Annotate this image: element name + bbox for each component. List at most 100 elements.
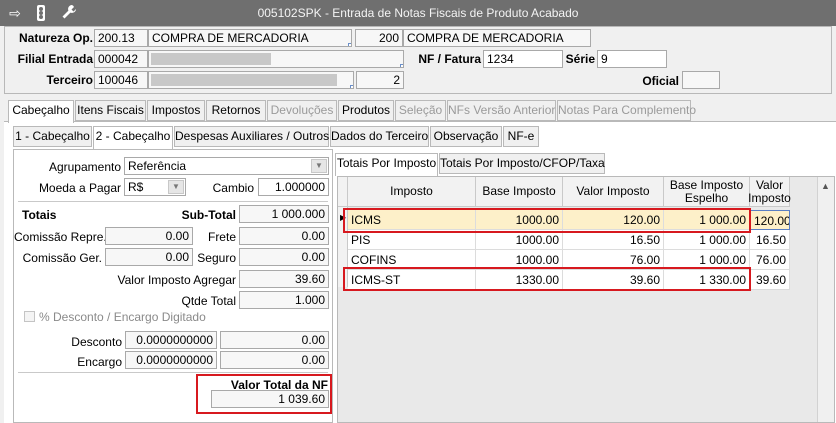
tab-devolucoes[interactable]: Devoluções — [267, 100, 337, 121]
tab-totais-por-imposto[interactable]: Totais Por Imposto — [335, 153, 438, 176]
grid-scrollbar[interactable]: ▲ — [817, 177, 834, 422]
cell-valor-2[interactable]: 76.00 — [750, 250, 790, 270]
lookup-corner-icon — [350, 85, 353, 88]
natureza-desc-field[interactable]: COMPRA DE MERCADORIA — [148, 29, 352, 47]
frete-label: Frete — [207, 230, 236, 244]
totais-label: Totais — [22, 208, 57, 222]
filial-code-field[interactable]: 000042 — [94, 50, 148, 68]
comissao-ger-label: Comissão Ger. — [22, 251, 102, 265]
redacted-block — [151, 53, 271, 65]
subtotal-field[interactable]: 1 000.000 — [239, 205, 329, 223]
oficial-label: Oficial — [642, 74, 679, 88]
divider — [18, 201, 328, 202]
oficial-field[interactable] — [682, 71, 720, 89]
natureza-code2-field[interactable]: 200 — [355, 29, 403, 47]
encargo-label: Encargo — [77, 355, 122, 369]
totals-panel: Agrupamento Referência ▼ Moeda a Pagar R$… — [13, 149, 333, 423]
title-bar: ⇨ 005102SPK - Entrada de Notas Fiscais d… — [0, 0, 836, 26]
tab-selecao[interactable]: Seleção — [395, 100, 446, 121]
subtab-observacao[interactable]: Observação — [430, 126, 502, 147]
comissao-ger-field[interactable]: 0.00 — [105, 248, 193, 266]
terceiro-code-field[interactable]: 100046 — [94, 71, 148, 89]
tab-totais-imposto-cfop[interactable]: Totais Por Imposto/CFOP/Taxa — [439, 153, 605, 174]
grid-header-base-imposto[interactable]: Base Imposto — [476, 177, 563, 207]
cell-valor-2[interactable]: 16.50 — [750, 230, 790, 250]
desconto-value-field[interactable]: 0.00 — [220, 331, 329, 349]
frete-field[interactable]: 0.00 — [239, 227, 329, 245]
encargo-value-field[interactable]: 0.00 — [220, 351, 329, 369]
filial-desc-field[interactable] — [148, 50, 404, 68]
agrupamento-label: Agrupamento — [48, 160, 121, 174]
lookup-corner-icon — [348, 43, 351, 46]
agrupamento-select[interactable]: Referência ▼ — [124, 157, 329, 175]
agrupamento-value: Referência — [128, 159, 187, 173]
seguro-field[interactable]: 0.00 — [239, 248, 329, 266]
imposto-grid: Imposto Base Imposto Valor Imposto Base … — [337, 176, 835, 423]
nf-label: NF / Fatura — [418, 52, 481, 66]
valor-imposto-agregar-field[interactable]: 39.60 — [239, 270, 329, 288]
cambio-field[interactable]: 1.000000 — [258, 178, 329, 196]
header-panel: Natureza Op. 200.13 COMPRA DE MERCADORIA… — [4, 26, 832, 94]
grid-header-valor-imposto-2[interactable]: Valor Imposto — [748, 177, 791, 207]
main-tab-row: Cabeçalho Itens Fiscais Impostos Retorno… — [8, 100, 836, 123]
natureza-desc-text: COMPRA DE MERCADORIA — [152, 31, 309, 45]
encargo-pct-field[interactable]: 0.0000000000 — [125, 351, 217, 369]
tab-cabecalho[interactable]: Cabeçalho — [8, 100, 74, 123]
comissao-repre-field[interactable]: 0.00 — [105, 227, 193, 245]
tab-produtos[interactable]: Produtos — [338, 100, 394, 121]
desconto-encargo-checkbox[interactable] — [24, 311, 35, 322]
serie-label: Série — [565, 52, 595, 66]
tab-itens-fiscais[interactable]: Itens Fiscais — [75, 100, 146, 121]
cell-base[interactable]: 1000.00 — [476, 230, 563, 250]
seguro-label: Seguro — [197, 251, 236, 265]
grid-header-imposto[interactable]: Imposto — [348, 177, 476, 207]
divider — [18, 372, 328, 373]
desconto-pct-field[interactable]: 0.0000000000 — [125, 331, 217, 349]
tab-retornos[interactable]: Retornos — [206, 100, 266, 121]
cell-imposto[interactable]: PIS — [348, 230, 476, 250]
moeda-label: Moeda a Pagar — [38, 181, 121, 195]
terceiro-label: Terceiro — [46, 73, 93, 87]
subtab-nfe[interactable]: NF-e — [503, 126, 539, 147]
qtde-total-label: Qtde Total — [181, 294, 236, 308]
redacted-block — [151, 74, 337, 86]
terceiro-desc-field[interactable] — [148, 71, 354, 89]
highlight-box-icms — [343, 208, 751, 233]
nf-field[interactable]: 1234 — [483, 50, 563, 68]
natureza-label: Natureza Op. — [18, 31, 93, 45]
grid-header-valor-imposto[interactable]: Valor Imposto — [563, 177, 664, 207]
desconto-encargo-check-label: % Desconto / Encargo Digitado — [39, 310, 206, 324]
subtab-despesas[interactable]: Despesas Auxiliares / Outros — [174, 126, 329, 147]
grid-header-indicator — [338, 177, 348, 207]
terceiro-num-field[interactable]: 2 — [356, 71, 404, 89]
cell-valor-2[interactable]: 120.00 — [750, 210, 790, 230]
chevron-down-icon[interactable]: ▼ — [311, 159, 327, 173]
tab-notas-complemento[interactable]: Notas Para Complemento — [557, 100, 696, 121]
desconto-label: Desconto — [71, 335, 122, 349]
valor-imposto-agregar-label: Valor Imposto Agregar — [117, 273, 236, 287]
window-title: 005102SPK - Entrada de Notas Fiscais de … — [257, 6, 579, 20]
natureza-code-field[interactable]: 200.13 — [94, 29, 148, 47]
natureza-desc2-field[interactable]: COMPRA DE MERCADORIA — [403, 29, 591, 47]
qtde-total-field[interactable]: 1.000 — [239, 291, 329, 309]
cell-valor-2[interactable]: 39.60 — [750, 270, 790, 290]
valor-total-field[interactable]: 1 039.60 — [211, 390, 329, 408]
comissao-repre-label: Comissão Repre. — [14, 230, 107, 244]
subtab-1-cabecalho[interactable]: 1 - Cabeçalho — [13, 126, 92, 147]
cell-base-espelho[interactable]: 1 000.00 — [664, 230, 750, 250]
right-tab-row: Totais Por Imposto Totais Por Imposto/CF… — [335, 153, 835, 176]
subtab-2-cabecalho[interactable]: 2 - Cabeçalho — [93, 126, 173, 149]
sub-tab-row: 1 - Cabeçalho 2 - Cabeçalho Despesas Aux… — [13, 126, 836, 149]
moeda-select[interactable]: R$ ▼ — [124, 178, 186, 196]
chevron-down-icon[interactable]: ▼ — [168, 180, 184, 194]
moeda-value: R$ — [128, 180, 144, 194]
tab-nfs-versao-anterior[interactable]: NFs Versão Anterior — [447, 100, 556, 121]
subtab-dados-terceiro[interactable]: Dados do Terceiro — [330, 126, 429, 147]
tab-impostos[interactable]: Impostos — [147, 100, 205, 121]
grid-header-base-imposto-espelho[interactable]: Base Imposto Espelho — [664, 177, 750, 207]
cell-valor[interactable]: 16.50 — [563, 230, 664, 250]
serie-field[interactable]: 9 — [597, 50, 667, 68]
filial-label: Filial Entrada — [17, 52, 93, 66]
highlight-box-icms-st — [343, 267, 751, 291]
scroll-up-icon[interactable]: ▲ — [821, 181, 830, 191]
